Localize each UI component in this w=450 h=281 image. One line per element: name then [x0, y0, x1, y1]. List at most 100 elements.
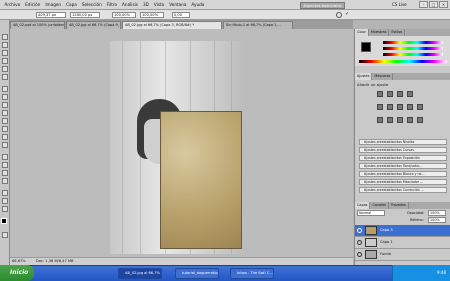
eye-icon[interactable] — [357, 228, 362, 233]
layer-row[interactable]: Capa 1 — [355, 237, 450, 249]
exposure-icon[interactable] — [407, 91, 413, 97]
marquee-tool-icon[interactable] — [2, 42, 8, 48]
maximize-icon[interactable]: □ — [429, 1, 438, 8]
x-field[interactable]: 409,37 px — [36, 12, 66, 18]
type-tool-icon[interactable] — [2, 162, 8, 168]
brush-tool-icon[interactable] — [2, 94, 8, 100]
commit-transform-icon[interactable]: ✓ — [345, 12, 351, 18]
brightness-icon[interactable] — [377, 91, 383, 97]
menu-3d[interactable]: 3D — [141, 2, 152, 7]
menu-ventana[interactable]: Ventana — [167, 2, 189, 7]
foreground-color-swatch[interactable] — [361, 42, 371, 52]
taskbar-item-photoshop[interactable]: AB_02.jpg al 66,7% (C... — [118, 268, 162, 279]
preset-selective-color[interactable]: Ajustes preestablecidos Corrección ... — [359, 187, 447, 193]
blue-slider[interactable] — [383, 53, 443, 56]
menu-vista[interactable]: Vista — [151, 2, 166, 7]
quick-select-tool-icon[interactable] — [2, 58, 8, 64]
tab-document-4[interactable]: Sin título-1 al 66,7% (Capa 1,... — [223, 21, 293, 29]
eyedropper-tool-icon[interactable] — [2, 74, 8, 80]
fill-field[interactable]: 100% — [428, 217, 446, 223]
menu-edicion[interactable]: Edición — [23, 2, 43, 7]
layer-row[interactable]: Fondo — [355, 249, 450, 261]
menu-seleccion[interactable]: Selección — [79, 2, 104, 7]
menu-ayuda[interactable]: Ayuda — [189, 2, 207, 7]
opacity-field[interactable]: 100% — [428, 210, 446, 216]
angle-field[interactable]: 0,00 — [172, 12, 190, 18]
texture-layer[interactable] — [160, 111, 242, 249]
black-white-icon[interactable] — [407, 104, 413, 110]
tab-channels[interactable]: Canales — [370, 202, 389, 209]
tab-document-active[interactable]: AB_02.jpg al 66,7% (Capa 3, RGB/8#) * — [122, 21, 222, 29]
threshold-icon[interactable] — [397, 117, 403, 123]
foreground-color-swatch[interactable] — [1, 218, 7, 224]
hue-saturation-icon[interactable] — [387, 104, 393, 110]
taskbar-item-folder[interactable]: tutorial_daguerrotipo — [175, 268, 219, 279]
blend-mode-select[interactable]: Normal — [357, 210, 385, 216]
eraser-tool-icon[interactable] — [2, 118, 8, 124]
y-field[interactable]: 1280,00 px — [70, 12, 100, 18]
menu-capa[interactable]: Capa — [64, 2, 80, 7]
width-field[interactable]: 100,00% — [112, 12, 136, 18]
preset-black-white[interactable]: Ajustes preestablecidos Blanco y ne... — [359, 171, 447, 177]
preset-levels[interactable]: Ajustes preestablecidos Niveles — [359, 139, 447, 145]
taskbar-item-mail[interactable]: Inbox - The Bat! C... — [230, 268, 274, 279]
menu-filtro[interactable]: Filtro — [104, 2, 119, 7]
red-slider[interactable] — [383, 41, 443, 44]
tab-swatches[interactable]: Muestras — [369, 29, 390, 36]
selective-color-icon[interactable] — [417, 117, 423, 123]
zoom-tool-icon[interactable] — [2, 206, 8, 212]
tab-styles[interactable]: Estilos — [389, 29, 406, 36]
path-select-tool-icon[interactable] — [2, 170, 8, 176]
tab-document-2[interactable]: AB_02.jpg al 66,7% (Capa 9, RG... — [66, 21, 121, 29]
lasso-tool-icon[interactable] — [2, 50, 8, 56]
cancel-transform-icon[interactable] — [336, 12, 342, 18]
levels-icon[interactable] — [387, 91, 393, 97]
blur-tool-icon[interactable] — [2, 134, 8, 140]
eye-icon[interactable] — [357, 240, 362, 245]
panels-dock: Color Muestras Estilos Ajustes Máscaras … — [354, 29, 450, 265]
history-brush-tool-icon[interactable] — [2, 110, 8, 116]
height-field[interactable]: 100,00% — [140, 12, 164, 18]
move-tool-icon[interactable] — [2, 34, 8, 40]
curves-icon[interactable] — [397, 91, 403, 97]
gradient-tool-icon[interactable] — [2, 126, 8, 132]
layer-row-active[interactable]: Capa 3 — [355, 225, 450, 237]
hand-tool-icon[interactable] — [2, 198, 8, 204]
cs-live-button[interactable]: CS Live — [392, 2, 407, 7]
color-ramp[interactable] — [359, 60, 447, 63]
color-balance-icon[interactable] — [397, 104, 403, 110]
gradient-map-icon[interactable] — [407, 117, 413, 123]
tab-document-1[interactable]: AB_02.psd al 100% (unfolded...) — [10, 21, 65, 29]
close-icon[interactable]: × — [439, 1, 448, 8]
menu-imagen[interactable]: Imagen — [43, 2, 64, 7]
minimize-icon[interactable]: – — [419, 1, 428, 8]
eye-icon[interactable] — [357, 252, 362, 257]
clone-stamp-tool-icon[interactable] — [2, 102, 8, 108]
crop-tool-icon[interactable] — [2, 66, 8, 72]
green-slider[interactable] — [383, 47, 443, 50]
healing-brush-tool-icon[interactable] — [2, 86, 8, 92]
tab-masks[interactable]: Máscaras — [372, 73, 394, 80]
pen-tool-icon[interactable] — [2, 154, 8, 160]
menu-archivo[interactable]: Archivo — [2, 2, 23, 7]
dodge-tool-icon[interactable] — [2, 142, 8, 148]
menu-analisis[interactable]: Análisis — [120, 2, 141, 7]
posterize-icon[interactable] — [387, 117, 393, 123]
quick-mask-icon[interactable] — [2, 232, 8, 238]
preset-channel-mixer[interactable]: Ajustes preestablecidos Mezclador ... — [359, 179, 447, 185]
3d-rotate-tool-icon[interactable] — [2, 190, 8, 196]
preset-hue-saturation[interactable]: Ajustes preestablecidos Tono/satur... — [359, 163, 447, 169]
start-button[interactable]: Inicio — [0, 265, 34, 281]
shape-tool-icon[interactable] — [2, 178, 8, 184]
invert-icon[interactable] — [377, 117, 383, 123]
vibrance-icon[interactable] — [377, 104, 383, 110]
photo-filter-icon[interactable] — [417, 104, 423, 110]
tab-adjustments[interactable]: Ajustes — [355, 73, 373, 80]
preset-exposure[interactable]: Ajustes preestablecidos Exposición — [359, 155, 447, 161]
tab-layers[interactable]: Capas — [355, 202, 371, 209]
zoom-level[interactable]: 66,67% — [12, 259, 26, 263]
workspace-switcher[interactable]: Aspectos esenciales — [300, 1, 345, 9]
preset-curves[interactable]: Ajustes preestablecidos Curvas — [359, 147, 447, 153]
tab-color[interactable]: Color — [355, 29, 369, 36]
tab-paths[interactable]: Trazados — [389, 202, 409, 209]
